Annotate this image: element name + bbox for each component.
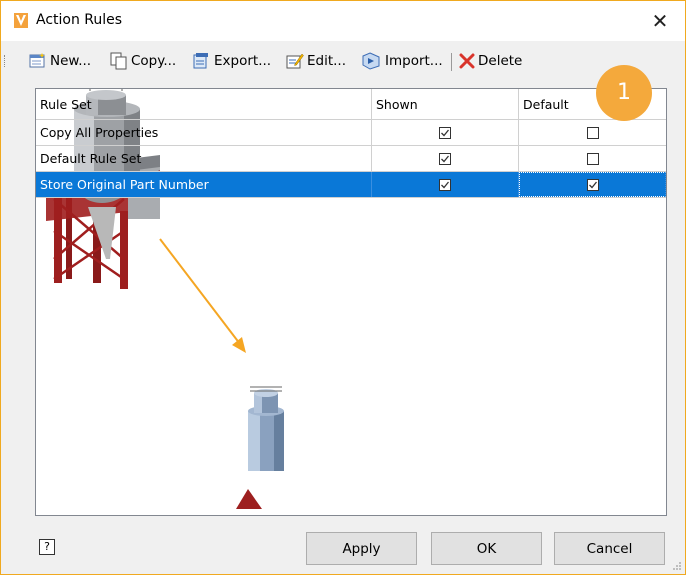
new-button[interactable]: New... xyxy=(29,50,91,72)
small-tower-illustration xyxy=(236,386,284,509)
copy-icon xyxy=(110,52,127,70)
default-checkbox[interactable] xyxy=(586,152,599,165)
export-button[interactable]: Export... xyxy=(193,50,271,72)
rule-set-name: Copy All Properties xyxy=(36,120,372,145)
rule-set-panel: Rule Set Shown Default Copy All Properti… xyxy=(35,88,667,516)
export-label: Export... xyxy=(214,53,272,69)
apply-button[interactable]: Apply xyxy=(306,532,417,565)
shown-checkbox[interactable] xyxy=(439,152,451,165)
close-icon[interactable]: ✕ xyxy=(645,7,675,35)
import-button[interactable]: Import... xyxy=(362,50,443,72)
copy-label: Copy... xyxy=(131,53,177,69)
toolbar-grip[interactable] xyxy=(4,55,7,67)
edit-icon xyxy=(286,53,304,69)
title-bar: Action Rules ✕ xyxy=(1,1,685,41)
edit-label: Edit... xyxy=(307,53,347,69)
edit-button[interactable]: Edit... xyxy=(286,50,346,72)
default-checkbox[interactable] xyxy=(586,178,599,191)
table-row-selected[interactable]: Store Original Part Number xyxy=(36,172,666,198)
vault-app-icon xyxy=(14,13,28,28)
delete-label: Delete xyxy=(478,53,523,69)
export-icon xyxy=(193,53,208,69)
window-title: Action Rules xyxy=(36,12,123,28)
ok-button[interactable]: OK xyxy=(431,532,542,565)
grid-header-row: Rule Set Shown Default xyxy=(36,89,666,120)
shown-column-header[interactable]: Shown xyxy=(372,89,519,119)
resize-grip-icon[interactable] xyxy=(672,561,682,571)
help-icon[interactable]: ? xyxy=(39,539,55,555)
table-row[interactable]: Default Rule Set xyxy=(36,146,666,172)
toolbar-separator xyxy=(451,53,452,71)
cancel-button[interactable]: Cancel xyxy=(554,532,665,565)
rule-set-name: Default Rule Set xyxy=(36,146,372,171)
import-label: Import... xyxy=(385,53,443,69)
import-icon xyxy=(362,52,380,70)
callout-badge: 1 xyxy=(596,65,652,121)
new-label: New... xyxy=(50,53,92,69)
delete-icon xyxy=(459,53,475,69)
toolbar: New... Copy... Export... Edit... Import.… xyxy=(1,41,685,79)
arrow-indicator xyxy=(159,238,246,353)
shown-checkbox[interactable] xyxy=(439,178,451,191)
table-row[interactable]: Copy All Properties xyxy=(36,120,666,146)
shown-checkbox[interactable] xyxy=(439,126,451,139)
delete-button[interactable]: Delete xyxy=(459,50,522,72)
copy-button[interactable]: Copy... xyxy=(110,50,176,72)
rule-set-name: Store Original Part Number xyxy=(36,172,372,197)
rule-set-column-header[interactable]: Rule Set xyxy=(36,89,372,119)
action-rules-dialog: Action Rules ✕ New... Copy... Export... … xyxy=(0,0,686,575)
default-checkbox[interactable] xyxy=(586,126,599,139)
new-icon xyxy=(29,53,45,68)
